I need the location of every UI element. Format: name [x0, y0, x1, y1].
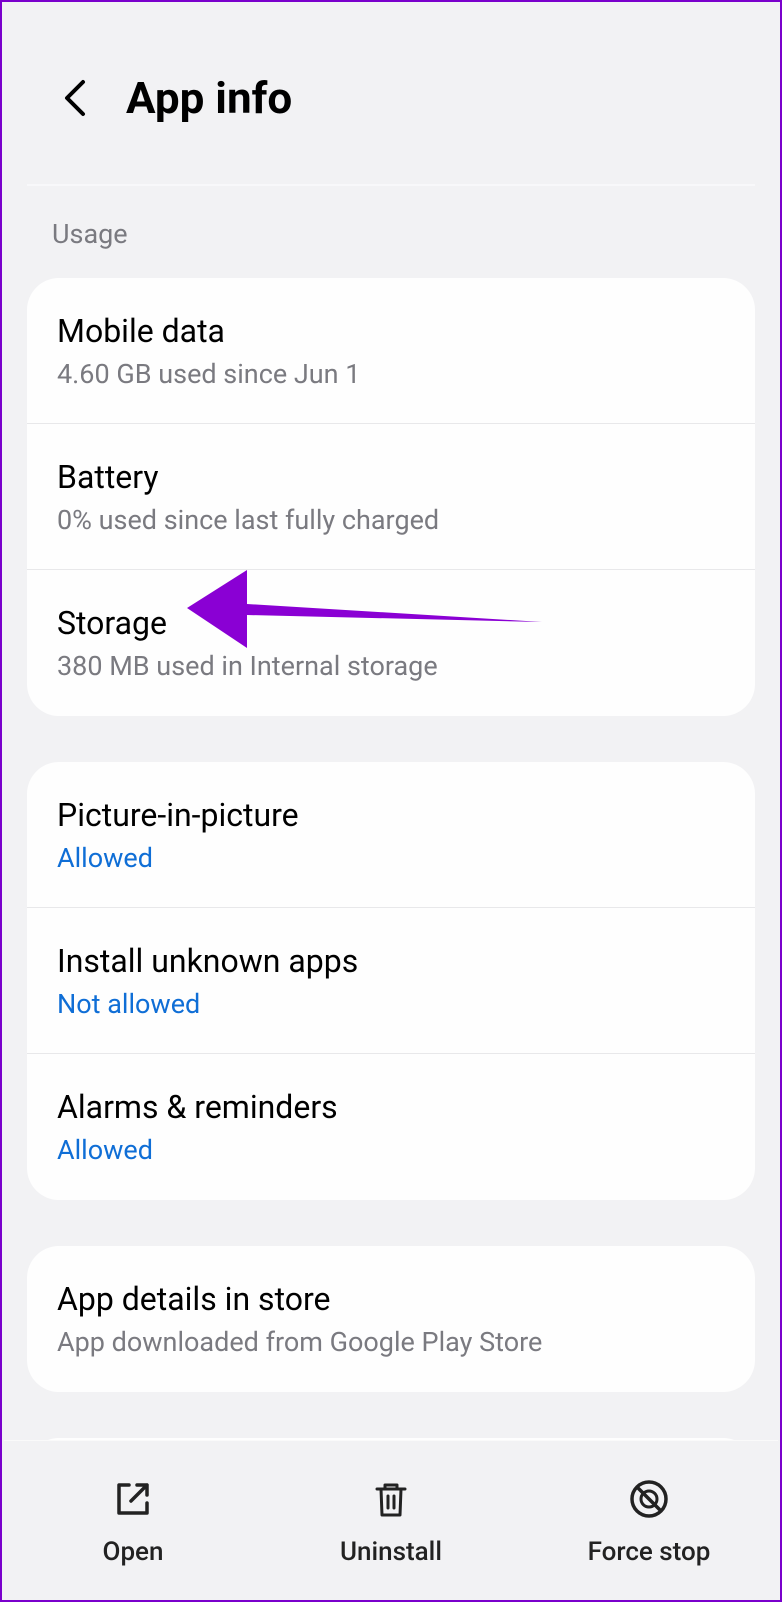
row-picture-in-picture[interactable]: Picture-in-picture Allowed	[27, 762, 755, 908]
header: App info	[2, 2, 780, 184]
force-stop-button[interactable]: Force stop	[520, 1475, 778, 1567]
row-title: Install unknown apps	[57, 942, 725, 980]
open-button[interactable]: Open	[4, 1475, 262, 1567]
row-title: Mobile data	[57, 312, 725, 350]
force-stop-label: Force stop	[588, 1537, 711, 1567]
stop-icon	[625, 1475, 673, 1523]
row-subtitle: 4.60 GB used since Jun 1	[57, 358, 725, 390]
row-subtitle: 0% used since last fully charged	[57, 504, 725, 536]
row-title: App details in store	[57, 1280, 725, 1318]
row-title: Battery	[57, 458, 725, 496]
row-install-unknown-apps[interactable]: Install unknown apps Not allowed	[27, 908, 755, 1054]
section-header-usage: Usage	[2, 186, 780, 278]
back-icon	[61, 78, 87, 118]
row-subtitle: 380 MB used in Internal storage	[57, 650, 725, 682]
page-title: App info	[126, 72, 292, 124]
row-subtitle: Not allowed	[57, 988, 725, 1020]
uninstall-button[interactable]: Uninstall	[262, 1475, 520, 1567]
row-title: Alarms & reminders	[57, 1088, 725, 1126]
row-app-details-store[interactable]: App details in store App downloaded from…	[27, 1246, 755, 1392]
open-label: Open	[103, 1537, 164, 1567]
row-storage[interactable]: Storage 380 MB used in Internal storage	[27, 570, 755, 716]
row-subtitle: Allowed	[57, 842, 725, 874]
permissions-card: Picture-in-picture Allowed Install unkno…	[27, 762, 755, 1200]
row-subtitle: App downloaded from Google Play Store	[57, 1326, 725, 1358]
row-battery[interactable]: Battery 0% used since last fully charged	[27, 424, 755, 570]
row-mobile-data[interactable]: Mobile data 4.60 GB used since Jun 1	[27, 278, 755, 424]
bottom-bar: Open Uninstall Force stop	[4, 1440, 778, 1600]
row-title: Storage	[57, 604, 725, 642]
row-alarms-reminders[interactable]: Alarms & reminders Allowed	[27, 1054, 755, 1200]
uninstall-label: Uninstall	[340, 1537, 442, 1567]
store-card: App details in store App downloaded from…	[27, 1246, 755, 1392]
usage-card: Mobile data 4.60 GB used since Jun 1 Bat…	[27, 278, 755, 716]
row-title: Picture-in-picture	[57, 796, 725, 834]
open-icon	[109, 1475, 157, 1523]
row-subtitle: Allowed	[57, 1134, 725, 1166]
trash-icon	[367, 1475, 415, 1523]
back-button[interactable]	[52, 76, 96, 120]
